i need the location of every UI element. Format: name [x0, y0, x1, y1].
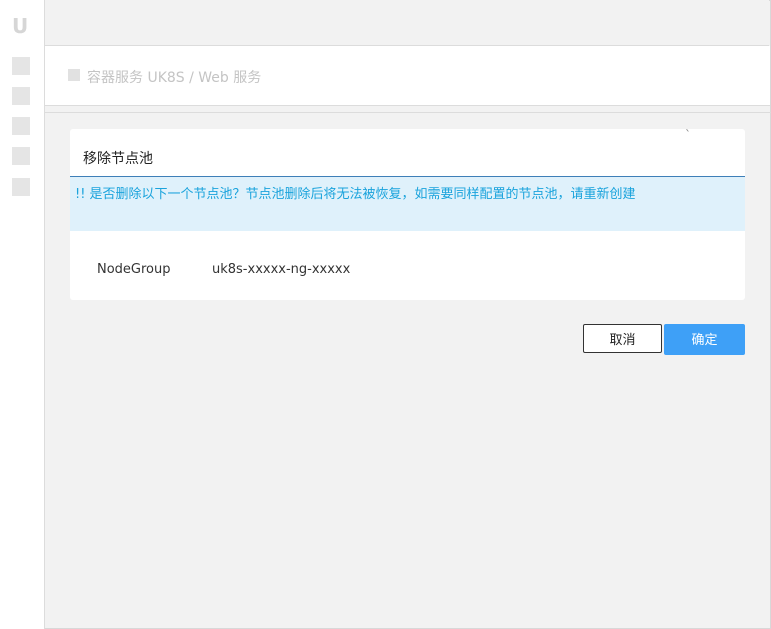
nav-item-icon[interactable]	[12, 117, 30, 135]
cancel-button[interactable]: 取消	[583, 324, 662, 353]
dialog-title: 移除节点池	[83, 151, 153, 167]
top-bar	[45, 0, 769, 46]
nav-item-icon[interactable]	[12, 178, 30, 196]
breadcrumb[interactable]: 容器服务 UK8S / Web 服务	[87, 67, 261, 87]
corner-mark: `	[685, 128, 691, 142]
nav-item-icon[interactable]	[12, 147, 30, 165]
nodegroup-label: NodeGroup	[97, 262, 171, 277]
breadcrumb-bar: 容器服务 UK8S / Web 服务	[45, 46, 770, 106]
remove-nodegroup-dialog: 移除节点池 !! 是否删除以下一个节点池？节点池删除后将无法被恢复，如需要同样配…	[70, 129, 745, 300]
confirm-button[interactable]: 确定	[664, 324, 745, 355]
warning-text: !! 是否删除以下一个节点池？节点池删除后将无法被恢复，如需要同样配置的节点池，…	[75, 187, 636, 202]
nav-item-icon[interactable]	[12, 87, 30, 105]
logo: U	[12, 14, 29, 38]
nodegroup-value: uk8s-xxxxx-ng-xxxxx	[212, 262, 351, 277]
nav-item-icon[interactable]	[12, 57, 30, 75]
divider	[45, 112, 771, 113]
warning-banner: !! 是否删除以下一个节点池？节点池删除后将无法被恢复，如需要同样配置的节点池，…	[70, 177, 745, 231]
service-icon	[68, 69, 80, 81]
sidebar: U	[0, 0, 45, 629]
